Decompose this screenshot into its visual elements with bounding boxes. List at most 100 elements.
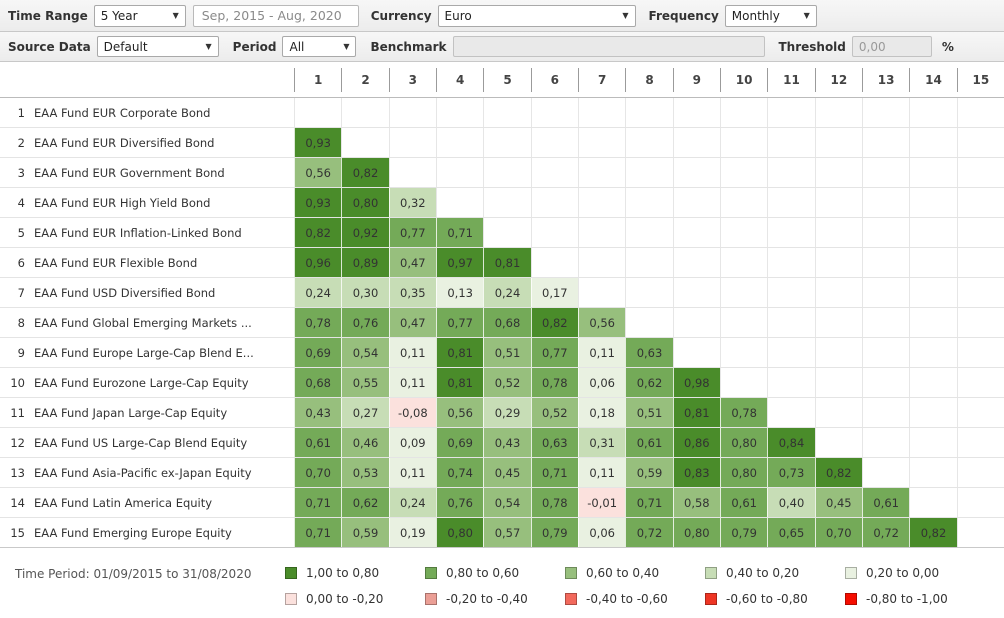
row-number: 10 [10,375,25,390]
matrix-cell: 0,11 [577,338,626,367]
matrix-cell: 0,89 [341,248,389,277]
matrix-cell [577,128,625,157]
matrix-cell: 0,81 [672,398,720,427]
source-data-value: Default [103,39,148,54]
matrix-cell: 0,74 [435,458,484,487]
matrix-cell [625,188,672,217]
matrix-row: 9 EAA Fund Europe Large-Cap Blend E... 0… [0,338,1004,368]
matrix-cell [956,368,1004,397]
legend-item-label: 0,60 to 0,40 [586,566,660,580]
column-header: 6 [530,68,578,92]
matrix-cell: 0,92 [341,218,389,247]
matrix-cell [861,98,909,127]
matrix-cell [861,188,909,217]
matrix-cell: 0,51 [625,398,673,427]
legend-item-label: -0,60 to -0,80 [726,592,808,606]
legend-item: -0,20 to -0,40 [425,586,565,612]
matrix-cell: 0,09 [388,428,436,457]
matrix-cell: 0,45 [814,488,862,517]
matrix-cell: 0,47 [388,308,436,337]
matrix-cell: 0,63 [625,338,673,367]
matrix-cell: 0,06 [577,368,626,397]
matrix-cell [909,458,956,487]
matrix-cell: 0,80 [341,188,389,217]
threshold-input[interactable] [851,36,932,57]
matrix-cell [483,158,530,187]
correlation-matrix-page: Time Range 5 Year ▼ Sep, 2015 - Aug, 202… [0,0,1004,618]
matrix-cell: 0,51 [483,338,531,367]
matrix-row: 6 EAA Fund EUR Flexible Bond 0,96 0,89 0,4… [0,248,1004,278]
matrix-cell [530,218,578,247]
matrix-cell [577,158,625,187]
frequency-select[interactable]: Monthly ▼ [724,4,817,27]
matrix-cell: 0,59 [341,518,389,547]
currency-select[interactable]: Euro ▼ [437,4,636,27]
matrix-cell: 0,79 [719,518,768,547]
matrix-cell [956,128,1004,157]
column-header: 10 [719,68,767,92]
column-header: 13 [861,68,909,92]
matrix-header: 1 2 3 4 5 6 7 8 9 10 11 12 13 14 15 [0,62,1004,98]
matrix-cell [909,428,956,457]
matrix-cell: 0,76 [435,488,484,517]
matrix-cell: 0,57 [483,518,531,547]
legend-item-label: 1,00 to 0,80 [306,566,380,580]
matrix-cell: 0,47 [388,248,436,277]
matrix-cell [672,128,720,157]
row-label: EAA Fund Global Emerging Markets ... [34,315,252,330]
matrix-cell [767,188,814,217]
matrix-row: 8 EAA Fund Global Emerging Markets ... 0… [0,308,1004,338]
matrix-cell [767,98,814,127]
matrix-cell: 0,69 [435,428,484,457]
matrix-cell: 0,77 [530,338,578,367]
matrix-cell: 0,69 [294,338,342,367]
matrix-cell [861,338,909,367]
chevron-down-icon: ▼ [622,11,629,20]
matrix-cell: 0,24 [294,278,342,307]
matrix-cell [672,278,720,307]
currency-value: Euro [444,8,472,23]
matrix-cell [956,218,1004,247]
matrix-cell: 0,93 [294,128,342,157]
matrix-cell [956,248,1004,277]
matrix-cell [767,128,814,157]
matrix-cell: 0,56 [577,308,626,337]
row-number: 12 [10,435,25,450]
matrix-cell [956,488,1004,517]
matrix-cell: 0,77 [388,218,436,247]
matrix-cell [672,338,720,367]
legend-swatch [285,593,297,605]
matrix-cell [294,98,341,127]
row-number: 9 [17,345,25,360]
time-range-label: Time Range [8,8,88,23]
matrix-cell [672,98,720,127]
source-data-select[interactable]: Default ▼ [96,36,219,57]
matrix-cell: 0,98 [672,368,720,397]
matrix-cell: 0,80 [719,428,768,457]
matrix-cell [719,158,767,187]
time-range-select[interactable]: 5 Year ▼ [93,4,186,27]
matrix-cell [861,308,909,337]
matrix-cell [435,158,483,187]
matrix-row: 10 EAA Fund Eurozone Large-Cap Equity 0,… [0,368,1004,398]
row-label: EAA Fund Emerging Europe Equity [34,525,232,540]
period-select[interactable]: All ▼ [282,36,357,57]
matrix-cell [719,338,767,367]
matrix-cell: 0,78 [719,398,768,427]
row-label: EAA Fund USD Diversified Bond [34,285,216,300]
matrix-cell: 0,71 [530,458,578,487]
matrix-cell: 0,83 [672,458,720,487]
matrix-cell [530,158,578,187]
matrix-cell [909,308,956,337]
benchmark-input[interactable] [453,36,766,57]
matrix-cell [909,278,956,307]
percent-label: % [941,39,954,54]
legend-item: 0,00 to -0,20 [285,586,425,612]
matrix-cell [909,338,956,367]
matrix-cell [909,128,956,157]
matrix-cell [767,338,814,367]
legend-item: 1,00 to 0,80 [285,560,425,586]
matrix-cell: 0,52 [483,368,531,397]
matrix-cell [956,428,1004,457]
matrix-cell [767,398,814,427]
